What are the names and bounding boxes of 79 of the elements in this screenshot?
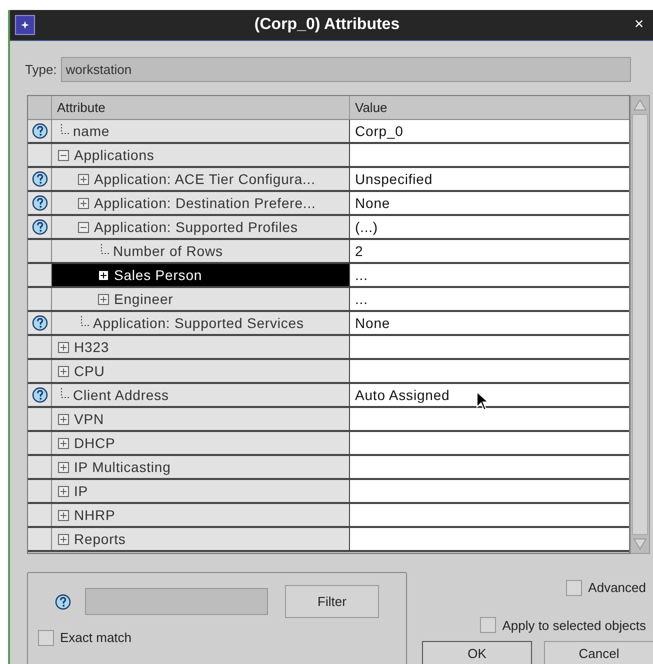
type-label: Type: bbox=[25, 60, 57, 79]
attribute-name: Client Address bbox=[73, 386, 169, 404]
table-row[interactable]: CPU bbox=[28, 360, 629, 384]
attribute-name: IP bbox=[74, 482, 88, 500]
value-text: (...) bbox=[355, 218, 378, 237]
table-row[interactable]: VPN bbox=[28, 408, 629, 432]
advanced-checkbox[interactable] bbox=[566, 580, 582, 596]
mouse-cursor-icon bbox=[476, 391, 490, 411]
help-icon bbox=[32, 315, 48, 331]
table-row[interactable]: Application: Destination Prefere... None bbox=[28, 192, 629, 216]
help-icon bbox=[32, 195, 48, 211]
value-text: ... bbox=[355, 266, 368, 284]
attribute-name: Application: Supported Profiles bbox=[94, 218, 298, 237]
table-row[interactable]: Application: ACE Tier Configura... Unspecified bbox=[28, 168, 629, 192]
expand-icon[interactable] bbox=[98, 270, 109, 280]
value-text: 2 bbox=[355, 242, 364, 260]
attribute-name: NHRP bbox=[74, 506, 116, 524]
table-row[interactable]: H323 bbox=[28, 336, 629, 360]
table-row[interactable]: IP Multicasting bbox=[28, 456, 629, 480]
attribute-name: Application: Supported Services bbox=[93, 314, 304, 333]
table-row[interactable]: Sales Person ... bbox=[28, 264, 629, 288]
attribute-name: Reports bbox=[74, 530, 126, 549]
table-row[interactable]: DHCP bbox=[28, 432, 629, 456]
table-row[interactable]: Number of Rows 2 bbox=[28, 240, 629, 264]
help-icon bbox=[32, 387, 48, 403]
table-row[interactable]: Engineer ... bbox=[28, 288, 629, 312]
tree-connector-icon bbox=[81, 316, 90, 326]
attribute-name: H323 bbox=[74, 338, 110, 356]
help-icon bbox=[55, 594, 71, 610]
checkbox-label: Exact match bbox=[60, 629, 132, 647]
tree-connector-icon bbox=[101, 244, 110, 254]
attribute-name: CPU bbox=[74, 362, 105, 380]
attribute-name: name bbox=[73, 122, 110, 140]
column-header[interactable]: Value bbox=[350, 96, 629, 119]
filter-button[interactable]: Filter bbox=[285, 585, 379, 618]
value-text: None bbox=[355, 314, 390, 332]
help-icon bbox=[32, 219, 48, 235]
attribute-name: VPN bbox=[74, 410, 104, 428]
table-row[interactable]: name Corp_0 bbox=[28, 120, 629, 144]
ok-button[interactable]: OK bbox=[422, 641, 532, 664]
exact-match-checkbox[interactable] bbox=[38, 630, 54, 646]
checkbox-label: Apply to selected objects bbox=[502, 616, 646, 635]
table-row[interactable]: Applications bbox=[28, 144, 629, 168]
close-button[interactable]: × bbox=[629, 13, 649, 37]
value-text: Corp_0 bbox=[355, 122, 404, 141]
window-title: (Corp_0) Attributes bbox=[253, 15, 401, 35]
attribute-name: Application: Destination Prefere... bbox=[94, 194, 316, 213]
table-row[interactable]: Application: Supported Profiles (...) bbox=[28, 216, 629, 240]
attribute-name: IP Multicasting bbox=[74, 458, 171, 477]
apply-checkbox[interactable] bbox=[480, 617, 496, 634]
attribute-name: Applications bbox=[74, 146, 154, 165]
scrollbar-thumb[interactable] bbox=[632, 114, 648, 535]
type-field[interactable]: workstation bbox=[60, 57, 631, 82]
attribute-name: DHCP bbox=[74, 434, 116, 452]
value-text: Auto Assigned bbox=[355, 386, 450, 405]
help-icon bbox=[32, 171, 48, 187]
checkbox-label: Advanced bbox=[588, 579, 646, 597]
attribute-name: Sales Person bbox=[114, 266, 202, 284]
tree-connector-icon bbox=[61, 124, 70, 134]
filter-field[interactable] bbox=[85, 588, 268, 615]
tree-connector-icon bbox=[61, 388, 70, 398]
help-icon bbox=[32, 123, 48, 139]
attribute-name: Application: ACE Tier Configura... bbox=[94, 170, 316, 189]
table-row[interactable]: NHRP bbox=[28, 504, 629, 528]
value-text: Unspecified bbox=[355, 170, 433, 189]
window-icon bbox=[15, 15, 35, 35]
table-row[interactable]: Reports bbox=[28, 528, 629, 552]
column-header[interactable]: Attribute bbox=[52, 96, 350, 119]
value-text: ... bbox=[355, 290, 368, 308]
cancel-button[interactable]: Cancel bbox=[544, 641, 653, 664]
table-row[interactable]: Client Address Auto Assigned bbox=[28, 384, 629, 408]
collapse-icon[interactable] bbox=[58, 150, 69, 160]
scrollbar[interactable] bbox=[630, 95, 650, 554]
collapse-icon[interactable] bbox=[78, 222, 89, 232]
attribute-name: Number of Rows bbox=[113, 242, 223, 260]
table-row[interactable]: Application: Supported Services None bbox=[28, 312, 629, 336]
table-row[interactable]: IP bbox=[28, 480, 629, 504]
attribute-name: Engineer bbox=[114, 290, 174, 309]
value-text: None bbox=[355, 194, 390, 212]
